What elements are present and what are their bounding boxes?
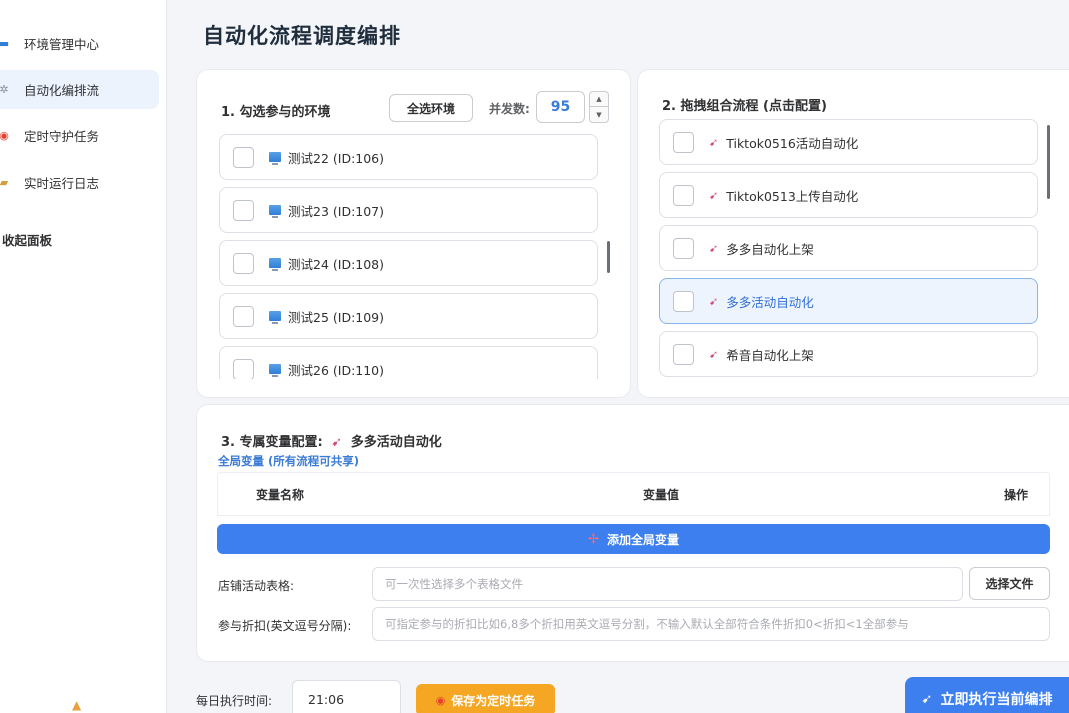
flow-item[interactable]: ➹ 多多自动化上架 — [659, 225, 1038, 271]
variable-table-header: 变量名称 变量值 操作 — [217, 472, 1050, 516]
flow-label: 希音自动化上架 — [726, 347, 814, 363]
flow-checkbox[interactable] — [673, 131, 694, 153]
sidebar-item-label: 实时运行日志 — [24, 176, 100, 191]
sidebar-item-logs[interactable]: ▰ 实时运行日志 — [0, 163, 159, 202]
add-global-variable-label: 添加全局变量 — [606, 532, 679, 547]
gear-icon: ✲ — [0, 83, 9, 96]
environment-panel-title: 1. 勾选参与的环境 — [221, 105, 331, 120]
save-schedule-button[interactable]: ◉ 保存为定时任务 — [416, 684, 555, 713]
flow-checkbox[interactable] — [673, 184, 694, 206]
save-schedule-label: 保存为定时任务 — [451, 693, 536, 708]
environment-label: 测试25 (ID:109) — [288, 309, 385, 325]
sidebar-item-label: 定时守护任务 — [24, 129, 100, 144]
environment-list-clip: 测试26 (ID:110) — [219, 346, 598, 379]
environment-label: 测试23 (ID:107) — [288, 203, 385, 219]
flow-label: 多多自动化上架 — [726, 241, 814, 257]
variable-config-title-prefix: 3. 专属变量配置: — [221, 435, 323, 450]
environment-item[interactable]: 测试25 (ID:109) — [219, 293, 598, 339]
sidebar-item-scheduled[interactable]: ◉ 定时守护任务 — [0, 116, 159, 155]
column-header-value: 变量值 — [643, 487, 680, 502]
stepper-down-icon[interactable]: ▼ — [590, 107, 608, 122]
environment-checkbox[interactable] — [233, 305, 254, 327]
monitor-icon — [269, 152, 281, 165]
monitor-icon — [269, 364, 281, 377]
flow-panel-title: 2. 拖拽组合流程 (点击配置) — [662, 99, 827, 114]
environment-list-scrollbar[interactable] — [607, 241, 610, 273]
rocket-icon: ➹ — [709, 135, 719, 149]
add-global-variable-button[interactable]: ✢ 添加全局变量 — [217, 524, 1050, 554]
rocket-icon: ➹ — [709, 347, 719, 361]
flow-label: Tiktok0513上传自动化 — [726, 188, 859, 204]
sidebar: ▬ 环境管理中心 ✲ 自动化编排流 ◉ 定时守护任务 ▰ 实时运行日志 收起面板… — [0, 0, 167, 713]
concurrency-label: 并发数: — [489, 102, 530, 116]
alarm-clock-icon: ◉ — [435, 693, 446, 707]
flow-label: Tiktok0516活动自动化 — [726, 135, 859, 151]
run-now-button[interactable]: ➹ 立即执行当前编排 — [905, 677, 1069, 713]
variable-config-title: 3. 专属变量配置: ➹ 多多活动自动化 — [221, 431, 442, 450]
store-table-label: 店铺活动表格: — [218, 579, 295, 593]
rocket-icon: ➹ — [709, 241, 719, 255]
daily-time-label: 每日执行时间: — [196, 694, 273, 708]
column-header-name: 变量名称 — [256, 487, 305, 502]
environment-item[interactable]: 测试24 (ID:108) — [219, 240, 598, 286]
flow-item-selected[interactable]: ➹ 多多活动自动化 — [659, 278, 1038, 324]
environment-checkbox[interactable] — [233, 146, 254, 168]
concurrency-stepper: ▲ ▼ — [589, 91, 609, 123]
alarm-clock-icon: ◉ — [0, 129, 9, 142]
flow-list-scrollbar[interactable] — [1047, 125, 1050, 199]
global-variables-link[interactable]: 全局变量 (所有流程可共享) — [218, 453, 359, 469]
daily-time-input[interactable]: 21:06 — [292, 680, 401, 713]
collapse-panel-button[interactable]: 收起面板 — [2, 230, 52, 249]
environment-item[interactable]: 测试23 (ID:107) — [219, 187, 598, 233]
run-now-label: 立即执行当前编排 — [940, 692, 1053, 708]
variable-config-flow-name: 多多活动自动化 — [350, 435, 442, 450]
environment-label: 测试24 (ID:108) — [288, 256, 385, 272]
rocket-icon: ➹ — [709, 188, 719, 202]
flow-label: 多多活动自动化 — [726, 294, 814, 310]
environment-checkbox[interactable] — [233, 252, 254, 274]
choose-file-button[interactable]: 选择文件 — [969, 567, 1050, 600]
stepper-up-icon[interactable]: ▲ — [590, 92, 608, 107]
discount-input[interactable]: 可指定参与的折扣比如6,8多个折扣用英文逗号分割，不输入默认全部符合条件折扣0<… — [372, 607, 1050, 641]
flow-checkbox[interactable] — [673, 343, 694, 365]
environment-label: 测试26 (ID:110) — [288, 362, 385, 378]
flow-checkbox[interactable] — [673, 237, 694, 259]
discount-label: 参与折扣(英文逗号分隔): — [218, 619, 352, 633]
environment-item[interactable]: 测试26 (ID:110) — [219, 346, 598, 379]
select-all-environments-button[interactable]: 全选环境 — [389, 94, 473, 122]
add-icon: ✢ — [588, 531, 599, 547]
flow-checkbox[interactable] — [673, 290, 694, 312]
environment-label: 测试22 (ID:106) — [288, 150, 385, 166]
store-table-input[interactable]: 可一次性选择多个表格文件 — [372, 567, 963, 601]
rocket-icon: ➹ — [709, 294, 719, 308]
monitor-icon: ▬ — [0, 37, 10, 50]
sidebar-item-label: 环境管理中心 — [24, 37, 100, 52]
rocket-icon: ➹ — [921, 691, 933, 707]
monitor-icon — [269, 205, 281, 218]
bell-icon: ▲ — [72, 698, 82, 712]
sidebar-item-label: 自动化编排流 — [24, 83, 100, 98]
page-title: 自动化流程调度编排 — [203, 24, 401, 48]
environment-item[interactable]: 测试22 (ID:106) — [219, 134, 598, 180]
column-header-ops: 操作 — [1004, 487, 1029, 502]
rocket-icon: ➹ — [331, 435, 343, 450]
environment-checkbox[interactable] — [233, 358, 254, 379]
flow-item[interactable]: ➹ Tiktok0513上传自动化 — [659, 172, 1038, 218]
flow-item[interactable]: ➹ Tiktok0516活动自动化 — [659, 119, 1038, 165]
monitor-icon — [269, 258, 281, 271]
flow-item[interactable]: ➹ 希音自动化上架 — [659, 331, 1038, 377]
environment-checkbox[interactable] — [233, 199, 254, 221]
sidebar-item-automation[interactable]: ✲ 自动化编排流 — [0, 70, 159, 109]
concurrency-input[interactable]: 95 — [536, 91, 585, 123]
monitor-icon — [269, 311, 281, 324]
sidebar-item-environment[interactable]: ▬ 环境管理中心 — [0, 24, 159, 63]
notepad-icon: ▰ — [0, 176, 9, 189]
